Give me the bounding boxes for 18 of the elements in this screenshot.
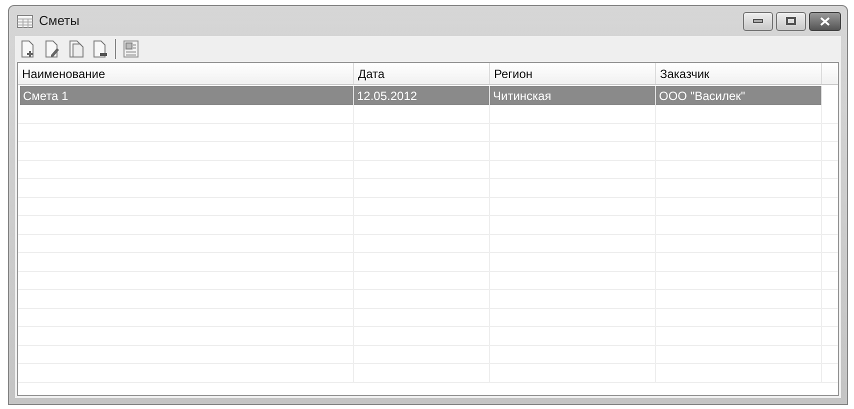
table-cell: 12.05.2012 — [354, 86, 490, 105]
close-button[interactable] — [809, 12, 841, 30]
document-remove-icon[interactable] — [91, 40, 109, 58]
table-cell: ООО "Василек" — [656, 86, 822, 105]
window-title: Сметы — [39, 12, 80, 30]
table-icon — [17, 14, 33, 28]
minimize-button[interactable] — [743, 12, 773, 30]
document-edit-icon[interactable] — [43, 40, 61, 58]
column-header[interactable]: Наименование — [18, 63, 354, 84]
table-cell: Смета 1 — [20, 86, 354, 105]
column-header[interactable]: Заказчик — [656, 63, 822, 84]
table-cell: Читинская — [490, 86, 656, 105]
spreadsheet-icon[interactable] — [122, 40, 140, 58]
documents-icon[interactable] — [67, 40, 85, 58]
maximize-button[interactable] — [776, 12, 806, 30]
column-header[interactable]: Дата — [354, 63, 490, 84]
column-header[interactable]: Регион — [490, 63, 656, 84]
close-icon — [820, 16, 830, 26]
